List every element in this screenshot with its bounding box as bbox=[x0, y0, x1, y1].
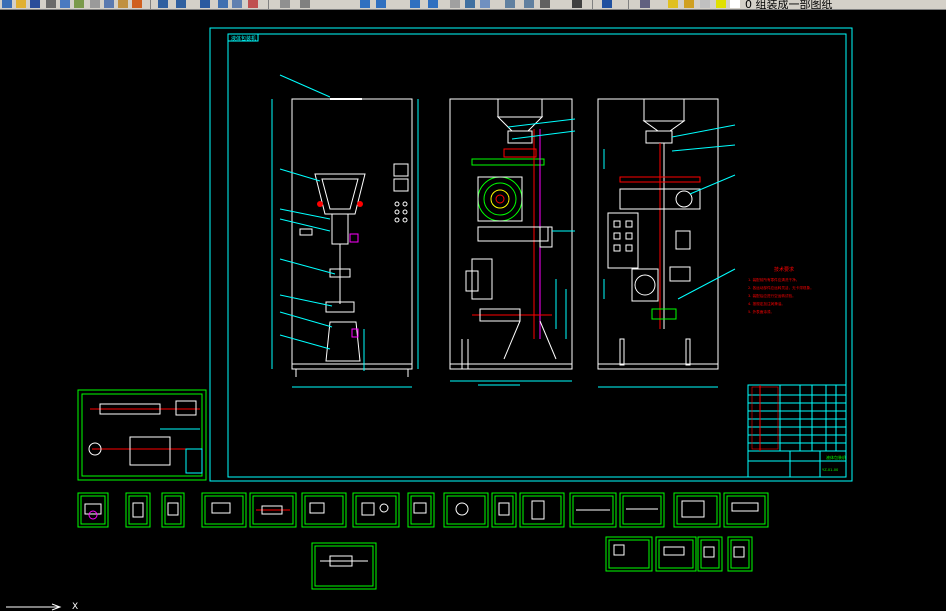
sheet-outer-frame bbox=[209, 27, 853, 482]
note-line: 2. 各运动部件应运转灵活，无卡滞现象。 bbox=[748, 285, 814, 290]
new-file-icon[interactable] bbox=[2, 0, 12, 8]
copy-icon[interactable] bbox=[104, 0, 114, 8]
ucs-icon[interactable] bbox=[232, 0, 242, 8]
zoom-extents-icon[interactable] bbox=[410, 0, 420, 8]
zoom-window-icon[interactable] bbox=[360, 0, 370, 8]
title-block: 液体包装机 YZ-01-00 bbox=[747, 384, 847, 478]
layer-freeze-icon[interactable] bbox=[684, 0, 694, 8]
paste-icon[interactable] bbox=[118, 0, 128, 8]
zoom-realtime-icon[interactable] bbox=[300, 0, 310, 8]
sheet-set-icon[interactable] bbox=[505, 0, 515, 8]
notes-title: 技术要求 bbox=[774, 266, 794, 273]
front-view bbox=[271, 74, 419, 388]
toolbar-separator bbox=[592, 0, 593, 9]
publish-icon[interactable] bbox=[74, 0, 84, 8]
hyperlink-icon[interactable] bbox=[200, 0, 210, 8]
match-properties-icon[interactable] bbox=[132, 0, 142, 8]
note-line: 5. 外表面涂漆。 bbox=[748, 309, 774, 314]
properties-icon[interactable] bbox=[450, 0, 460, 8]
note-line: 4. 按规定加注润滑油。 bbox=[748, 301, 785, 306]
help-icon[interactable] bbox=[602, 0, 612, 8]
layer-color-icon[interactable] bbox=[716, 0, 726, 8]
layer-state-icon[interactable] bbox=[730, 0, 740, 8]
note-line: 1. 装配前所有零件应清洗干净。 bbox=[748, 277, 799, 282]
side-view bbox=[449, 98, 576, 386]
zoom-out-icon[interactable] bbox=[428, 0, 438, 8]
cut-icon[interactable] bbox=[90, 0, 100, 8]
drawing-svg: 液体包装机 技术要求 1. 装配前所有零件应清洗干净。 2. 各运动部件应运转灵… bbox=[6, 27, 853, 611]
tool-palette-icon[interactable] bbox=[248, 0, 258, 8]
undo-icon[interactable] bbox=[158, 0, 168, 8]
layer-manager-icon[interactable] bbox=[640, 0, 650, 8]
layer-on-icon[interactable] bbox=[668, 0, 678, 8]
technical-notes: 技术要求 1. 装配前所有零件应清洗干净。 2. 各运动部件应运转灵活，无卡滞现… bbox=[748, 266, 814, 314]
ucs-x-label: X bbox=[72, 602, 78, 611]
save-icon[interactable] bbox=[30, 0, 40, 8]
sheet-frame-label: 液体包装机 bbox=[231, 35, 256, 42]
rear-view bbox=[597, 98, 736, 388]
toolbar-separator bbox=[150, 0, 151, 9]
drawing-canvas[interactable]: 液体包装机 技术要求 1. 装配前所有零件应清洗干净。 2. 各运动部件应运转灵… bbox=[0, 9, 946, 611]
pan-icon[interactable] bbox=[280, 0, 290, 8]
ucs-axis-icon: X bbox=[6, 602, 78, 611]
title-block-name: 液体包装机 bbox=[826, 454, 846, 460]
toolbar-separator bbox=[268, 0, 269, 9]
note-line: 3. 装配后应进行空运转试验。 bbox=[748, 293, 796, 298]
design-center-icon[interactable] bbox=[465, 0, 475, 8]
text-style-icon[interactable] bbox=[480, 0, 490, 8]
title-block-code: YZ-01-00 bbox=[822, 468, 839, 472]
toolbar-separator bbox=[628, 0, 629, 9]
markup-icon[interactable] bbox=[524, 0, 534, 8]
sheet-thumbnail-assembly[interactable] bbox=[77, 389, 207, 481]
sheet-thumbnails-row[interactable] bbox=[77, 492, 769, 590]
preview-icon[interactable] bbox=[60, 0, 70, 8]
redo-icon[interactable] bbox=[176, 0, 186, 8]
zoom-previous-icon[interactable] bbox=[376, 0, 386, 8]
object-snap-icon[interactable] bbox=[218, 0, 228, 8]
layer-lock-icon[interactable] bbox=[700, 0, 710, 8]
calculator-icon[interactable] bbox=[540, 0, 550, 8]
table-icon[interactable] bbox=[572, 0, 582, 8]
open-file-icon[interactable] bbox=[16, 0, 26, 8]
print-icon[interactable] bbox=[46, 0, 56, 8]
